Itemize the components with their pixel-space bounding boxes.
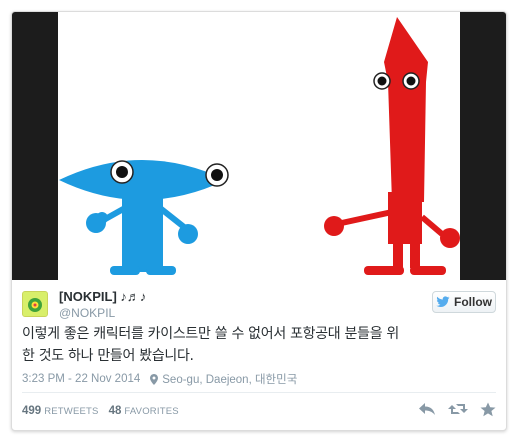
tweet-timestamp[interactable]: 3:23 PM - 22 Nov 2014 xyxy=(22,373,140,385)
follow-button-label: Follow xyxy=(454,295,492,309)
tweet-text-line-1: 이렇게 좋은 캐릭터를 카이스트만 쓸 수 없어서 포항공대 분들을 위 xyxy=(22,326,400,342)
author-names: [NOKPIL] ♪♬♪ @NOKPIL xyxy=(59,288,146,321)
tweet-stats: 499 RETWEETS 48 FAVORITES xyxy=(22,399,496,423)
red-character xyxy=(324,17,460,275)
divider xyxy=(22,392,496,393)
bird-icon xyxy=(436,296,450,307)
retweets-count[interactable]: 499 xyxy=(22,405,41,417)
reply-icon[interactable] xyxy=(418,402,436,416)
blue-character xyxy=(59,160,229,275)
tweet-text-line-2: 한 것도 하나 만들어 봤습니다. xyxy=(22,348,194,364)
author-display-name[interactable]: [NOKPIL] ♪♬♪ xyxy=(59,288,146,305)
tweet-location[interactable]: Seo-gu, Daejeon, 대한민국 xyxy=(162,371,297,387)
avatar[interactable] xyxy=(22,291,48,317)
tweet-media-image[interactable] xyxy=(12,12,506,280)
favorites-count[interactable]: 48 xyxy=(109,405,122,417)
tweet-header: [NOKPIL] ♪♬♪ @NOKPIL Follow xyxy=(22,288,496,328)
author-handle[interactable]: @NOKPIL xyxy=(59,306,146,321)
follow-button[interactable]: Follow xyxy=(432,291,496,313)
retweet-icon[interactable] xyxy=(448,402,468,416)
character-illustration xyxy=(59,17,460,275)
avatar-image xyxy=(23,292,47,316)
location-pin-icon xyxy=(150,373,159,385)
retweets-label[interactable]: RETWEETS xyxy=(44,406,98,417)
tweet-actions xyxy=(418,402,496,417)
tweet-text: 이렇게 좋은 캐릭터를 카이스트만 쓸 수 없어서 포항공대 분들을 위 한 것… xyxy=(22,323,500,367)
embedded-tweet-card: [NOKPIL] ♪♬♪ @NOKPIL Follow 이렇게 좋은 캐릭터를 … xyxy=(11,11,507,431)
tweet-meta: 3:23 PM - 22 Nov 2014 Seo-gu, Daejeon, 대… xyxy=(22,371,496,387)
favorites-label[interactable]: FAVORITES xyxy=(124,406,178,417)
favorite-star-icon[interactable] xyxy=(480,402,496,417)
